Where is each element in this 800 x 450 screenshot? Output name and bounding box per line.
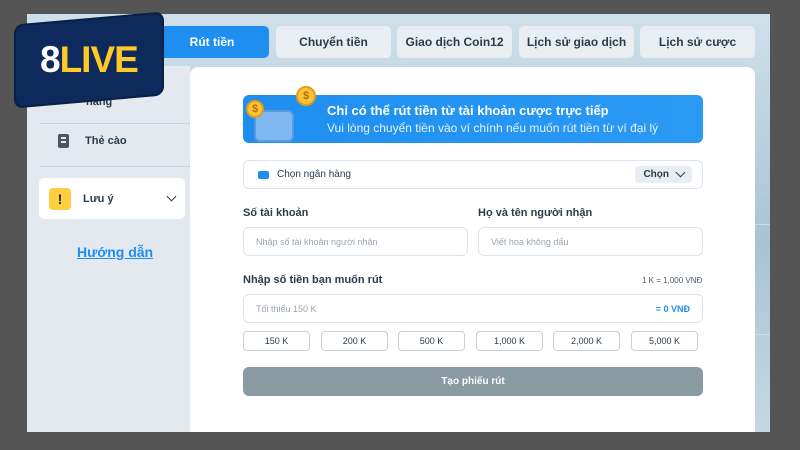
quick-amount-button[interactable]: 1,000 K xyxy=(476,331,543,351)
account-number-label: Số tài khoản xyxy=(243,207,309,219)
amount-placeholder: Tối thiểu 150 K xyxy=(256,303,317,314)
account-number-input[interactable]: Nhập số tài khoản người nhận xyxy=(243,227,468,256)
amount-converted: = 0 VNĐ xyxy=(655,303,690,314)
sidebar-divider xyxy=(40,123,190,124)
banner-title: Chỉ có thể rút tiền từ tài khoản cược tr… xyxy=(327,103,609,118)
quick-amount-button[interactable]: 500 K xyxy=(398,331,465,351)
quick-amount-button[interactable]: 2,000 K xyxy=(553,331,620,351)
logo-number: 8 xyxy=(40,39,60,81)
bank-card-icon xyxy=(258,170,269,179)
bank-choose-button[interactable]: Chọn xyxy=(635,166,692,183)
quick-amount-button[interactable]: 200 K xyxy=(321,331,388,351)
quick-amount-button[interactable]: 5,000 K xyxy=(631,331,698,351)
tab-transaction-history[interactable]: Lịch sử giao dịch xyxy=(519,26,634,58)
bank-choose-label: Chọn xyxy=(643,169,669,180)
tab-transfer[interactable]: Chuyển tiền xyxy=(276,26,391,58)
amount-label: Nhập số tiền bạn muốn rút xyxy=(243,274,383,286)
note-accordion[interactable]: ! Lưu ý xyxy=(39,178,185,219)
create-withdrawal-button[interactable]: Tạo phiếu rút xyxy=(243,367,703,396)
recipient-name-label: Họ và tên người nhận xyxy=(478,207,593,219)
warning-icon: ! xyxy=(49,187,71,210)
logo: 8LIVE xyxy=(14,11,164,109)
note-label: Lưu ý xyxy=(83,192,114,205)
coin-icon: $ xyxy=(296,86,316,106)
coin-icon: $ xyxy=(246,100,264,118)
chevron-down-icon xyxy=(166,191,177,202)
sidebar-item-label: Thẻ cào xyxy=(85,135,127,147)
exchange-rate: 1 K = 1,000 VNĐ xyxy=(642,276,703,285)
banner-subtitle: Vui lòng chuyển tiền vào ví chính nếu mu… xyxy=(327,121,659,135)
chevron-down-icon xyxy=(675,167,686,178)
recipient-name-input[interactable]: Viết hoa không dấu xyxy=(478,227,703,256)
quick-amount-button[interactable]: 150 K xyxy=(243,331,310,351)
sidebar-item-card[interactable]: Thẻ cào xyxy=(58,134,127,148)
tab-bet-history[interactable]: Lịch sử cược xyxy=(640,26,755,58)
bank-select-label: Chọn ngân hàng xyxy=(277,169,351,180)
tab-withdraw[interactable]: Rút tiền xyxy=(155,26,269,58)
tab-coin12[interactable]: Giao dịch Coin12 xyxy=(397,26,512,58)
bank-select[interactable]: Chọn ngân hàng Chọn xyxy=(243,160,703,189)
card-icon xyxy=(58,134,69,148)
logo-text: LIVE xyxy=(59,39,138,81)
guide-link[interactable]: Hướng dẫn xyxy=(77,244,153,260)
amount-input[interactable]: Tối thiểu 150 K = 0 VNĐ xyxy=(243,294,703,323)
sidebar-divider xyxy=(40,166,190,167)
